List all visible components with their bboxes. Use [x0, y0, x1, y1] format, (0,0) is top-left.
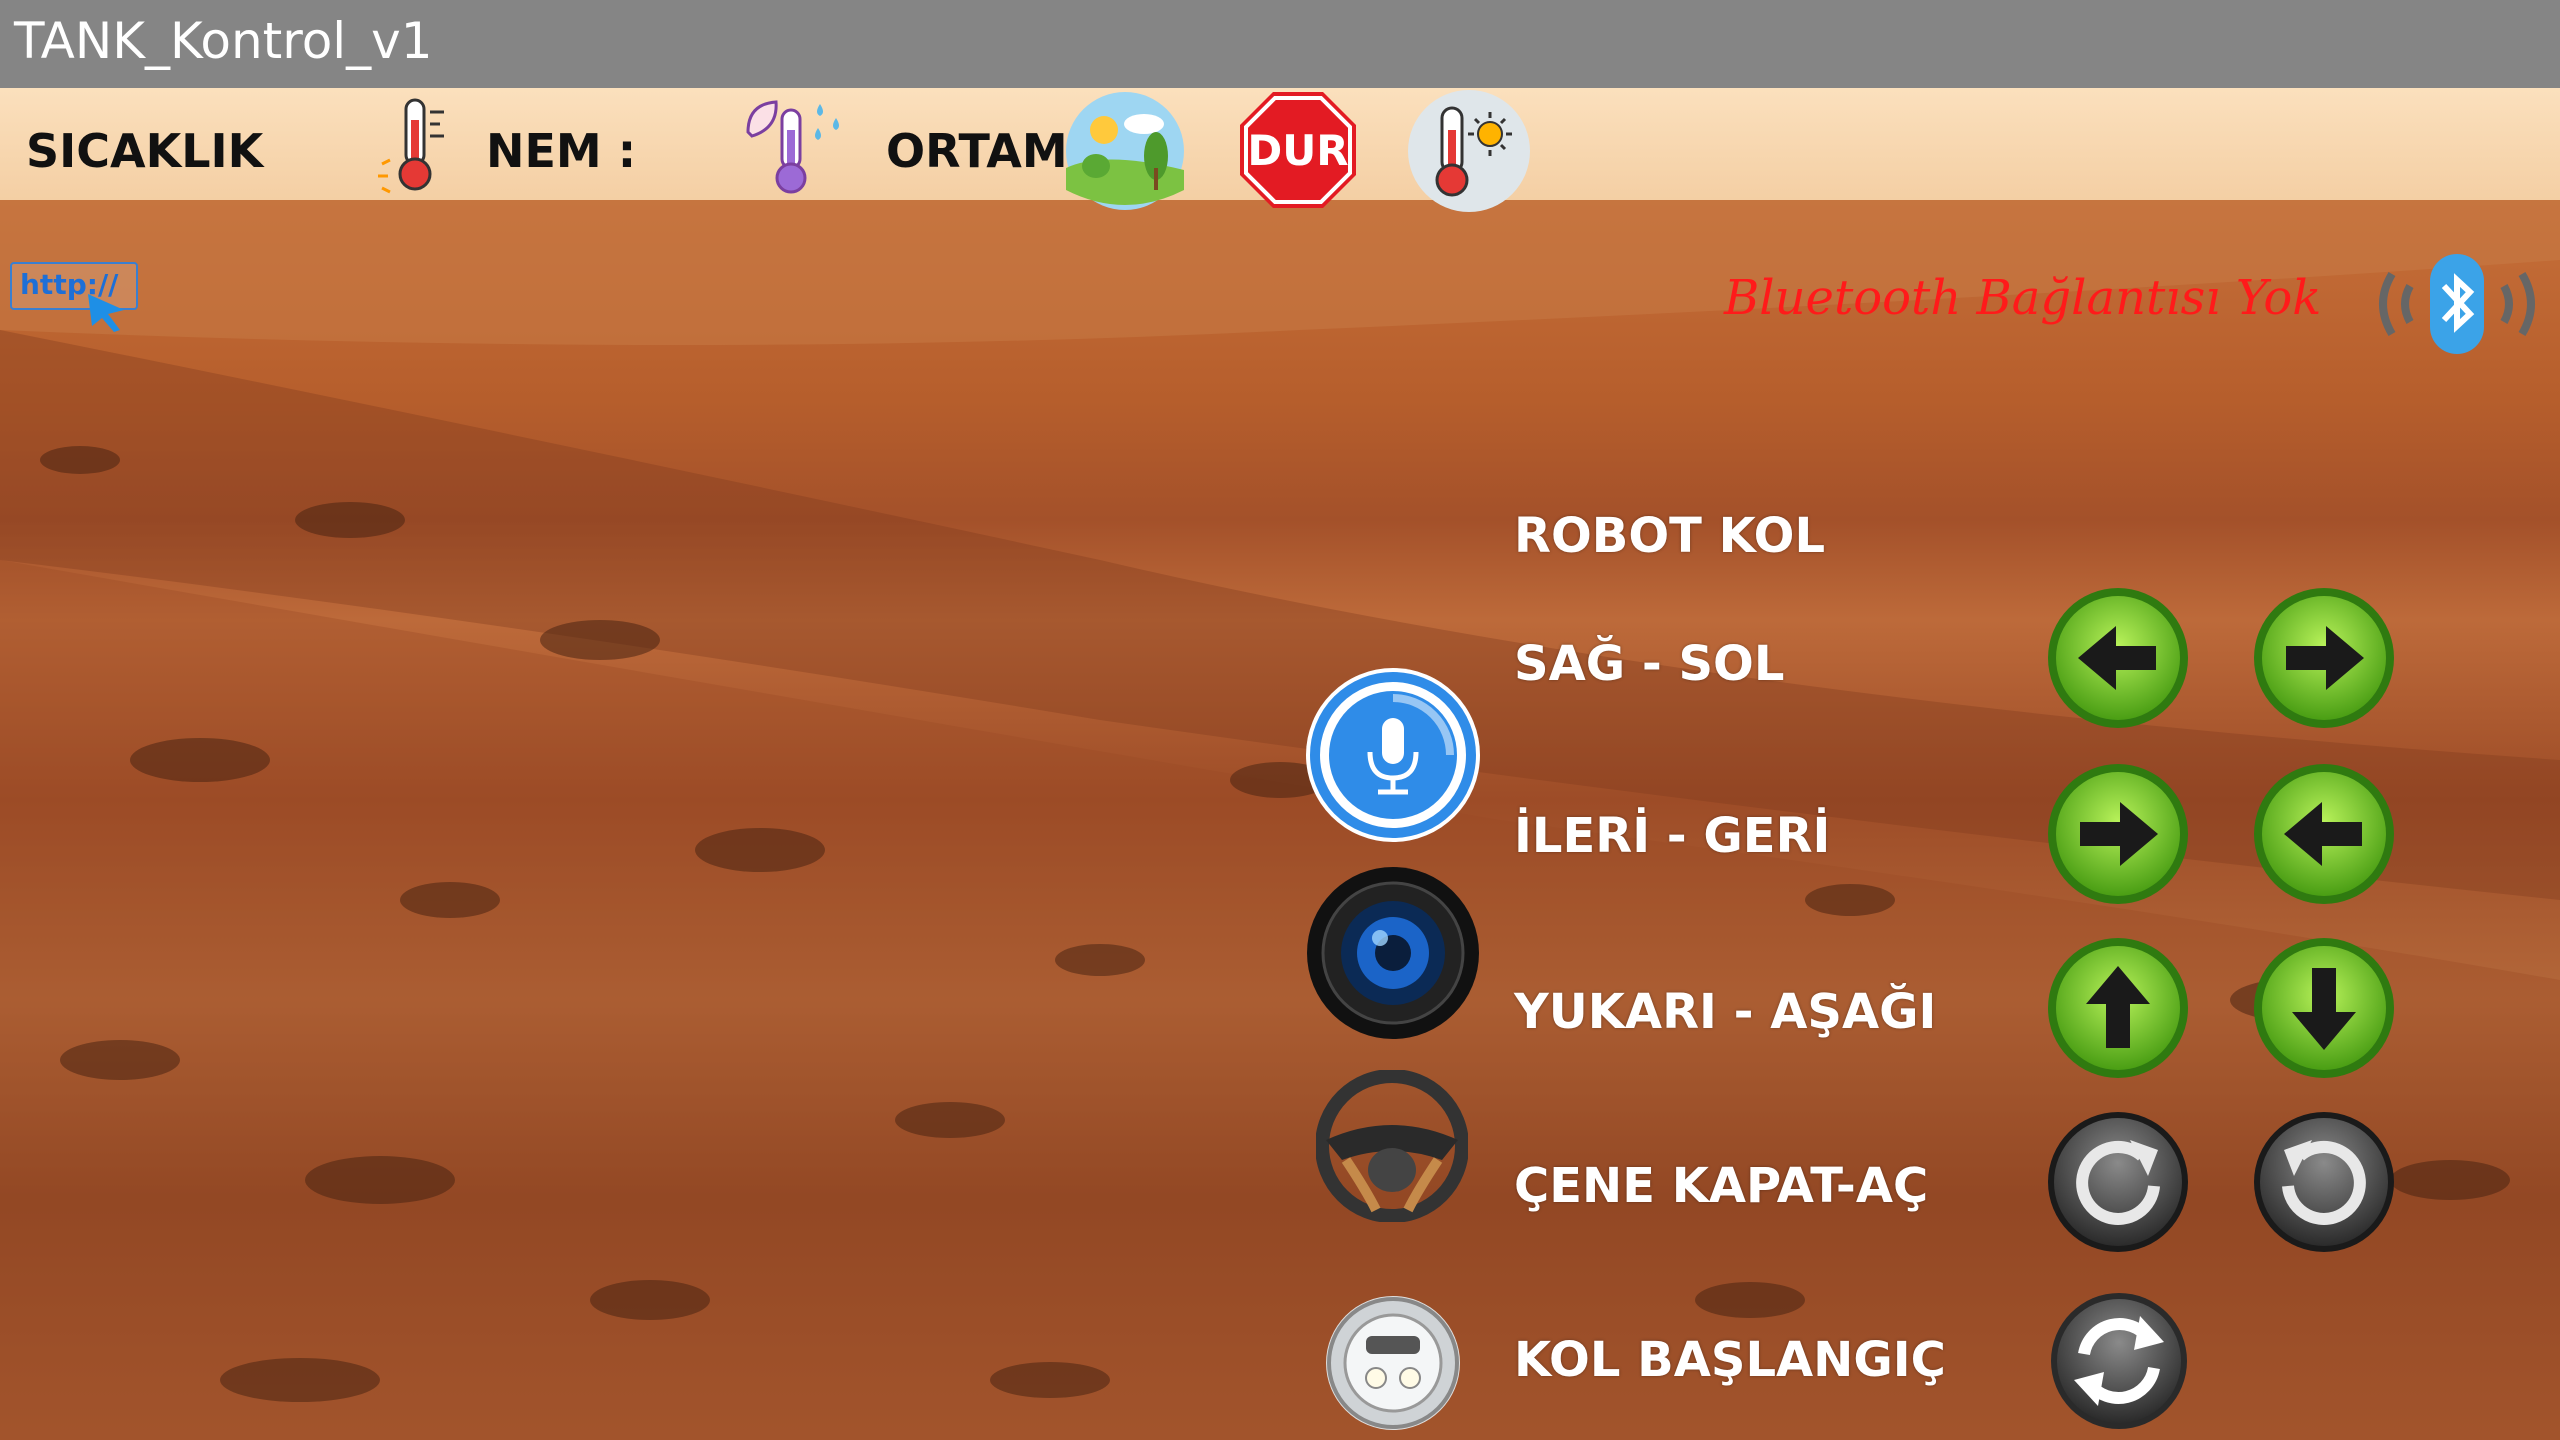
arm-row-label-left-right: SAĞ - SOL	[1514, 636, 1785, 692]
web-link-button[interactable]: http://	[10, 262, 138, 332]
steering-wheel-icon	[1315, 1069, 1469, 1223]
humidity-label: NEM :	[486, 124, 637, 178]
arm-right-left-left-button[interactable]	[2046, 586, 2190, 730]
stop-label: DUR	[1247, 126, 1349, 175]
jaw-open-button[interactable]	[2252, 1110, 2396, 1254]
cursor-pointer-icon	[88, 294, 124, 332]
arrow-left-icon	[2048, 588, 2188, 728]
temperature-label: SICAKLIK	[26, 124, 264, 178]
environment-landscape-icon	[1066, 92, 1184, 210]
arrow-right-icon	[2048, 764, 2188, 904]
arrow-left-icon	[2254, 764, 2394, 904]
headlight-button[interactable]	[1326, 1296, 1460, 1430]
refresh-icon	[2051, 1293, 2187, 1429]
thermometer-icon	[378, 98, 444, 194]
app-title: TANK_Kontrol_v1	[14, 12, 433, 70]
arm-forward-button[interactable]	[2046, 762, 2190, 906]
bluetooth-connect-button[interactable]	[2370, 252, 2544, 356]
robot-arm-title: ROBOT KOL	[1514, 508, 1826, 564]
headlight-icon	[1327, 1297, 1459, 1429]
arm-row-label-home: KOL BAŞLANGIÇ	[1514, 1332, 1946, 1388]
arrow-right-icon	[2254, 588, 2394, 728]
voice-command-button[interactable]	[1306, 668, 1480, 842]
microphone-icon	[1310, 672, 1476, 838]
bluetooth-status-text: Bluetooth Bağlantısı Yok	[1724, 270, 2322, 326]
arrow-up-icon	[2048, 938, 2188, 1078]
arrow-down-icon	[2254, 938, 2394, 1078]
jaw-close-button[interactable]	[2046, 1110, 2190, 1254]
humidity-thermometer-icon	[746, 100, 839, 194]
drive-mode-button[interactable]	[1315, 1069, 1469, 1223]
rotate-counterclockwise-icon	[2254, 1112, 2394, 1252]
arm-down-button[interactable]	[2252, 936, 2396, 1080]
arm-back-button[interactable]	[2252, 762, 2396, 906]
arm-home-button[interactable]	[2050, 1292, 2188, 1430]
arm-row-label-forward-back: İLERİ - GERİ	[1514, 808, 1831, 864]
rotate-clockwise-icon	[2048, 1112, 2188, 1252]
stop-button[interactable]: DUR	[1238, 90, 1358, 210]
arm-row-label-up-down: YUKARI - AŞAĞI	[1514, 984, 1937, 1040]
sensor-bar: SICAKLIK NEM : ORTAM : DUR	[0, 88, 2560, 212]
arm-right-left-right-button[interactable]	[2252, 586, 2396, 730]
weather-thermometer-icon	[1435, 106, 1512, 197]
camera-icon	[1307, 867, 1479, 1039]
weather-sensor-button[interactable]	[1408, 90, 1530, 212]
arm-row-label-jaw: ÇENE KAPAT-AÇ	[1514, 1158, 1929, 1214]
app-title-bar: TANK_Kontrol_v1	[0, 0, 2560, 88]
arm-up-button[interactable]	[2046, 936, 2190, 1080]
camera-button[interactable]	[1306, 866, 1480, 1040]
